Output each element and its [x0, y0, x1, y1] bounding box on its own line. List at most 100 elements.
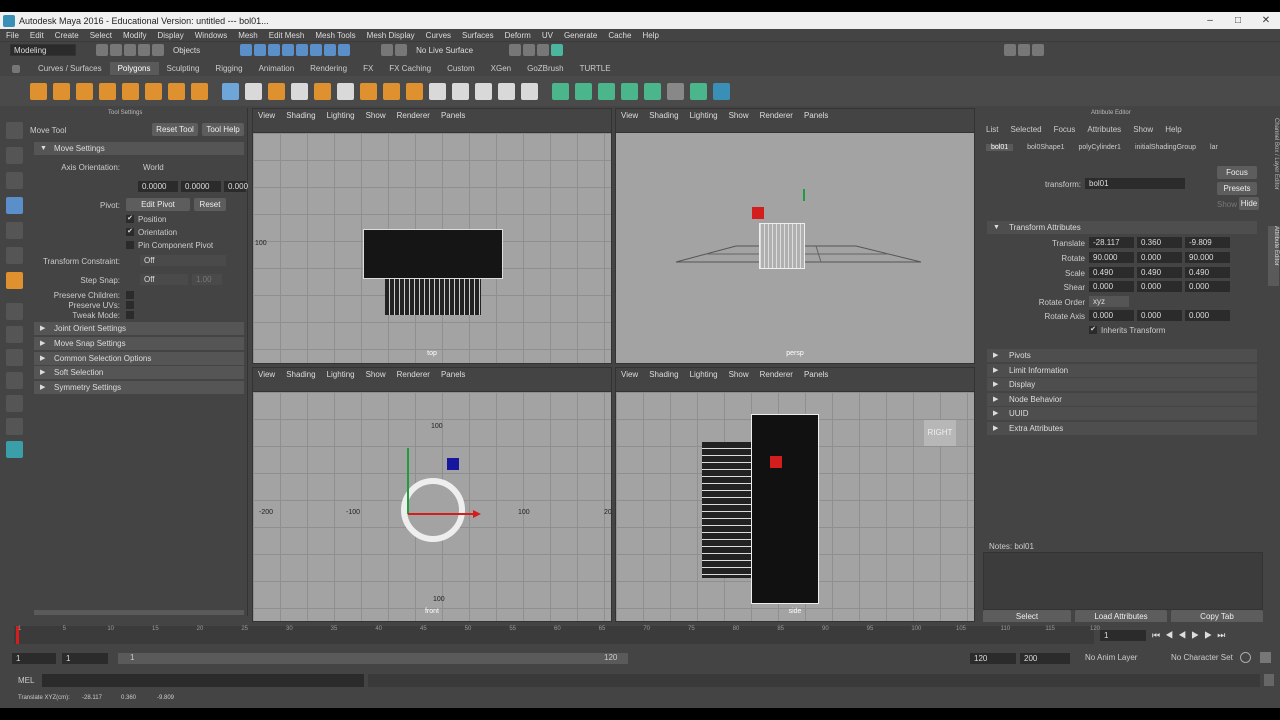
vp-menu-view[interactable]: View — [258, 111, 275, 120]
select-hierarchy-icon[interactable] — [240, 44, 253, 56]
preserve-uvs-checkbox[interactable] — [126, 301, 134, 309]
target-weld-icon[interactable] — [475, 82, 492, 100]
hypershade-icon[interactable] — [551, 44, 564, 56]
bevel-icon[interactable] — [360, 82, 377, 100]
persp-graph-layout-icon[interactable] — [6, 372, 23, 389]
cmd-language-label[interactable]: MEL — [18, 676, 34, 685]
node-tab-bol01[interactable]: bol01 — [986, 144, 1014, 151]
snap-point-icon[interactable] — [310, 44, 323, 56]
time-slider[interactable]: 1 5 10 15 20 25 30 35 40 45 50 55 60 65 70 75 80 85 90 95 10… — [0, 622, 1280, 648]
bolt-shaft-mesh[interactable] — [385, 279, 481, 315]
select-object-icon[interactable] — [254, 44, 267, 56]
script-editor-icon[interactable] — [1264, 674, 1274, 686]
vp-menu-renderer[interactable]: Renderer — [760, 111, 793, 120]
scale-y-field[interactable]: 0.490 — [1137, 267, 1182, 278]
uv-automatic-icon[interactable] — [621, 82, 638, 100]
joint-orient-settings-section[interactable]: ▶ Joint Orient Settings — [34, 322, 244, 335]
viewport-toolbar[interactable] — [253, 121, 611, 133]
scale-tool-icon[interactable] — [6, 247, 23, 264]
shear-z-field[interactable]: 0.000 — [1185, 281, 1230, 292]
construction-history-icon[interactable] — [395, 44, 408, 56]
menu-select[interactable]: Select — [90, 31, 112, 40]
pin-component-pivot-checkbox[interactable] — [126, 241, 134, 249]
save-scene-icon[interactable] — [124, 44, 136, 56]
attribute-editor-toggle-icon[interactable] — [1018, 44, 1031, 56]
vp-menu-shading[interactable]: Shading — [649, 370, 678, 379]
step-snap-dropdown[interactable]: Off — [140, 274, 188, 285]
menu-display[interactable]: Display — [158, 31, 184, 40]
shelf-tab-animation[interactable]: Animation — [251, 62, 303, 75]
preserve-children-checkbox[interactable] — [126, 291, 134, 299]
viewport-side[interactable]: View Shading Lighting Show Renderer Pane… — [615, 367, 975, 622]
selection-mode-label[interactable]: Objects — [173, 46, 200, 55]
shear-x-field[interactable]: 0.000 — [1089, 281, 1134, 292]
command-input[interactable] — [42, 674, 364, 687]
persp-outliner-layout-icon[interactable] — [6, 349, 23, 366]
rotate-order-dropdown[interactable]: xyz — [1089, 296, 1129, 307]
poly-cube-icon[interactable] — [53, 82, 70, 100]
paint-select-tool-icon[interactable] — [6, 172, 23, 189]
boolean-icon[interactable] — [291, 82, 308, 100]
vp-menu-panels[interactable]: Panels — [441, 111, 465, 120]
shelf-tab-gozbrush[interactable]: GoZBrush — [519, 62, 571, 75]
shelf-tab-curves-surfaces[interactable]: Curves / Surfaces — [30, 62, 110, 75]
bolt-head-mesh[interactable] — [363, 229, 503, 279]
multicut-icon[interactable] — [452, 82, 469, 100]
insert-edge-loop-icon[interactable] — [498, 82, 515, 100]
combine-icon[interactable] — [222, 82, 239, 100]
soft-selection-section[interactable]: ▶ Soft Selection — [34, 366, 244, 379]
bolt-head-side[interactable] — [751, 414, 819, 604]
playback-start-field[interactable]: 1 — [62, 653, 108, 664]
poly-torus-icon[interactable] — [145, 82, 162, 100]
tool-settings-scrollbar[interactable] — [34, 610, 244, 615]
smooth-icon[interactable] — [268, 82, 285, 100]
lasso-tool-icon[interactable] — [6, 147, 23, 164]
vp-menu-lighting[interactable]: Lighting — [690, 370, 718, 379]
last-tool-icon[interactable] — [6, 272, 23, 289]
ae-menu-show[interactable]: Show — [1133, 125, 1153, 134]
vp-menu-view[interactable]: View — [621, 111, 638, 120]
vp-menu-shading[interactable]: Shading — [649, 111, 678, 120]
pivots-section[interactable]: ▶ Pivots — [987, 349, 1257, 362]
minimize-button[interactable]: – — [1196, 12, 1224, 29]
axis-value-y[interactable]: 0.0000 — [181, 181, 221, 192]
poly-cone-icon[interactable] — [99, 82, 116, 100]
render-frame-icon[interactable] — [509, 44, 522, 56]
inherits-transform-checkbox[interactable]: ✔ — [1089, 326, 1097, 334]
uv-planar-icon[interactable] — [552, 82, 569, 100]
uv-spherical-icon[interactable] — [598, 82, 615, 100]
node-tab-shape[interactable]: bol0Shape1 — [1027, 144, 1064, 151]
select-component-icon[interactable] — [268, 44, 281, 56]
shelf-tab-polygons[interactable]: Polygons — [109, 62, 159, 75]
channel-box-tab[interactable]: Channel Box / Layer Editor — [1268, 118, 1279, 218]
new-scene-icon[interactable] — [96, 44, 108, 56]
shelf-tab-rendering[interactable]: Rendering — [302, 62, 355, 75]
redo-icon[interactable] — [152, 44, 164, 56]
single-perspective-layout-icon[interactable] — [6, 303, 23, 320]
select-tool-icon[interactable] — [6, 122, 23, 139]
menu-help[interactable]: Help — [642, 31, 658, 40]
rotate-tool-icon[interactable] — [6, 222, 23, 239]
translate-y-field[interactable]: 0.360 — [1137, 237, 1182, 248]
vp-menu-panels[interactable]: Panels — [804, 370, 828, 379]
node-tab-polycylinder[interactable]: polyCylinder1 — [1079, 144, 1121, 151]
bevel-edge-icon[interactable] — [383, 82, 400, 100]
rotate-axis-z-field[interactable]: 0.000 — [1185, 310, 1230, 321]
bolt-shaft-side[interactable] — [702, 442, 752, 578]
vp-menu-show[interactable]: Show — [729, 370, 749, 379]
character-set-dropdown[interactable]: No Character Set — [1171, 653, 1233, 662]
viewport-toolbar[interactable] — [616, 380, 974, 392]
maya-tool-icon[interactable] — [713, 82, 730, 100]
preferences-icon[interactable] — [1260, 652, 1271, 663]
shelf-tab-rigging[interactable]: Rigging — [207, 62, 250, 75]
snap-curve-icon[interactable] — [296, 44, 309, 56]
separate-icon[interactable] — [245, 82, 262, 100]
tweak-mode-checkbox[interactable] — [126, 311, 134, 319]
rotate-y-field[interactable]: 0.000 — [1137, 252, 1182, 263]
poly-sphere-icon[interactable] — [30, 82, 47, 100]
manipulator-red-handle[interactable] — [752, 207, 764, 219]
outliner-layout-icon[interactable] — [6, 395, 23, 412]
node-tab-shading-group[interactable]: initialShadingGroup — [1135, 144, 1196, 151]
menu-file[interactable]: File — [6, 31, 19, 40]
ae-menu-focus[interactable]: Focus — [1054, 125, 1076, 134]
